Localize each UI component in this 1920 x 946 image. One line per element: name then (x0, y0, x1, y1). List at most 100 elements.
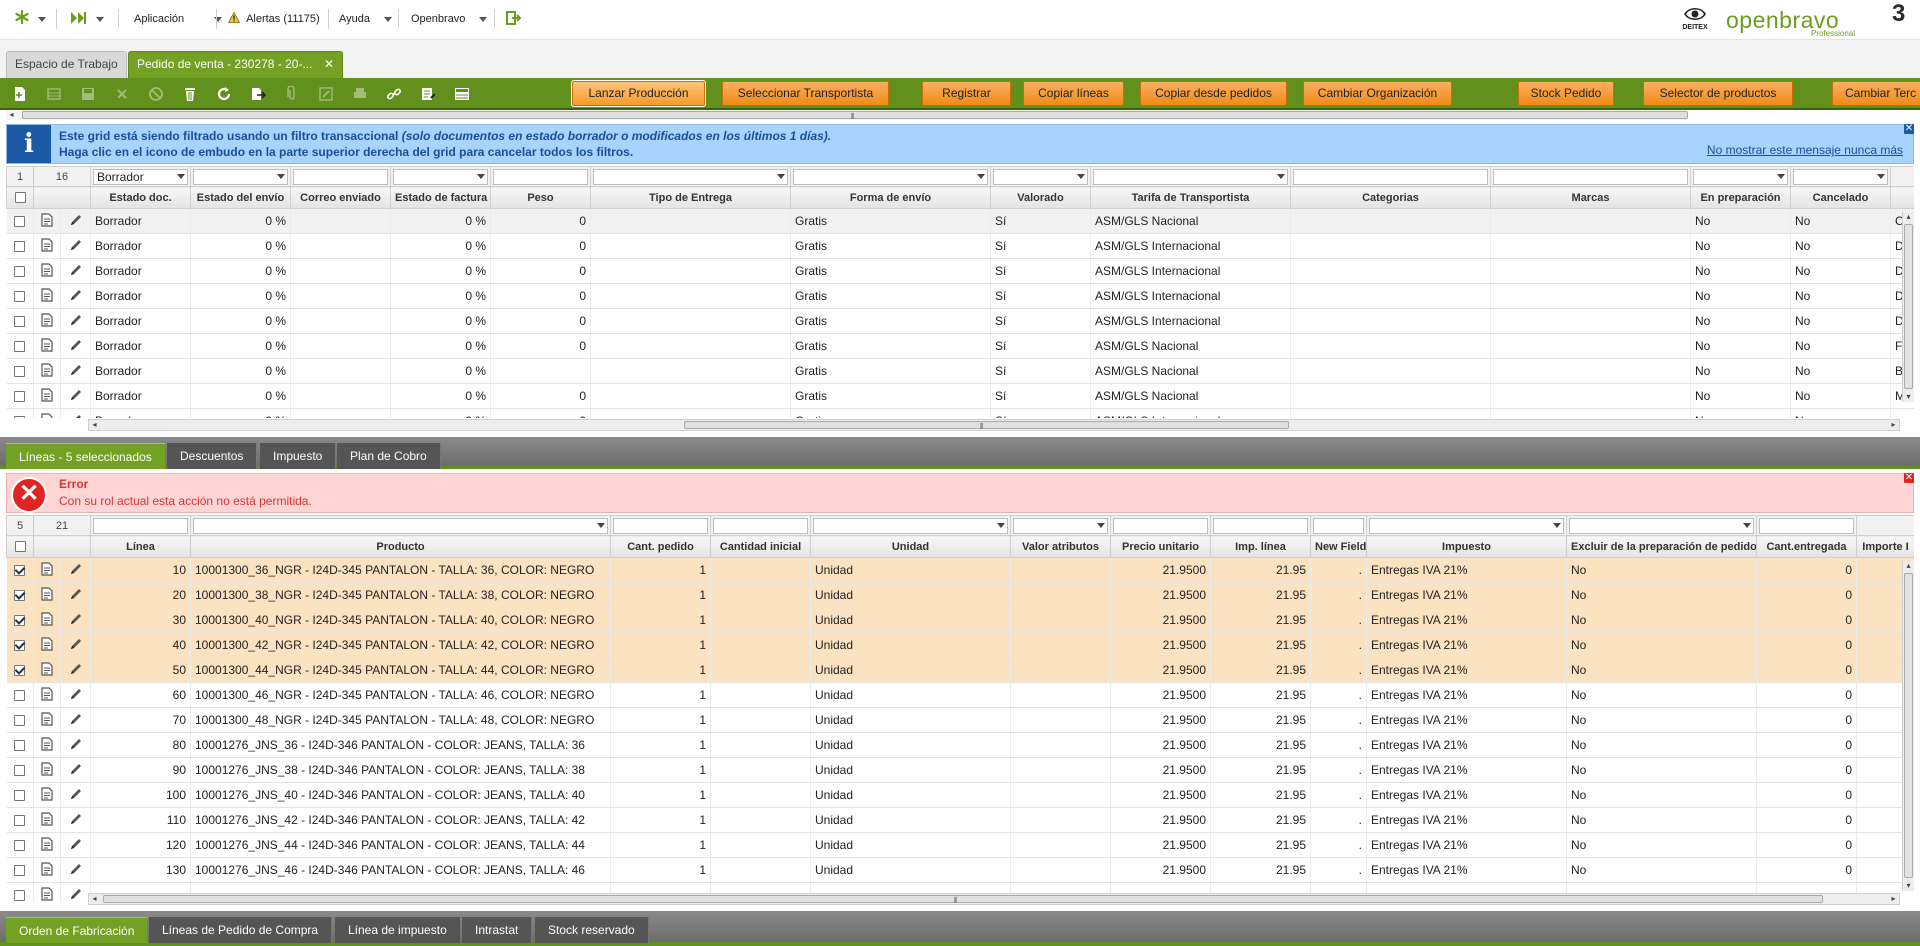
filter-input[interactable] (1093, 169, 1288, 185)
edit-row-icon[interactable] (60, 782, 91, 808)
column-header[interactable]: Cant.entregada (1756, 535, 1857, 558)
open-document-icon[interactable] (33, 707, 61, 733)
delete-icon[interactable] (178, 82, 202, 106)
scroll-left-icon[interactable]: ◂ (6, 110, 17, 120)
table-row[interactable]: 20 10001300_38_NGR - I24D-345 PANTALON - … (6, 582, 1914, 608)
checkbox-icon[interactable] (14, 765, 26, 777)
edit-form-icon[interactable] (314, 82, 338, 106)
new-document-icon[interactable] (8, 82, 32, 106)
table-row[interactable]: 90 10001276_JNS_38 - I24D-346 PANTALON - … (6, 757, 1914, 783)
close-tab-icon[interactable]: ✕ (324, 52, 334, 77)
table-row[interactable]: Borrador 0 % 0 % 0 Gratis Sí ASM/GLS Nacional N… (6, 333, 1914, 359)
row-checkbox-cell[interactable] (6, 258, 34, 284)
checkbox-icon[interactable] (14, 192, 26, 204)
column-header[interactable]: Cant. pedido (610, 535, 711, 558)
checkbox-icon[interactable] (14, 890, 26, 902)
checkbox-icon[interactable] (14, 865, 26, 877)
column-header[interactable]: Forma de envío (790, 186, 991, 209)
column-header[interactable]: Estado del envío (190, 186, 291, 209)
filter-cell[interactable] (1210, 515, 1311, 536)
tab-tax[interactable]: Impuesto (260, 443, 337, 469)
checkbox-icon[interactable] (14, 366, 26, 378)
filter-cell[interactable] (390, 166, 491, 187)
scroll-right-icon[interactable]: ▸ (1888, 894, 1899, 904)
filter-input[interactable] (593, 169, 788, 185)
row-checkbox-cell[interactable] (6, 582, 34, 608)
filter-cell[interactable] (190, 515, 611, 536)
open-document-icon[interactable] (33, 333, 61, 359)
row-checkbox-cell[interactable] (6, 732, 34, 758)
filter-input[interactable] (1013, 518, 1108, 534)
filter-input[interactable] (493, 169, 588, 185)
checkbox-icon[interactable] (14, 815, 26, 827)
scrollbar-thumb[interactable] (1904, 573, 1913, 878)
open-document-icon[interactable] (33, 582, 61, 608)
filter-cell[interactable]: Borrador (90, 166, 191, 187)
column-header[interactable]: Cantidad inicial (710, 535, 811, 558)
tab-sales-order[interactable]: Pedido de venta - 230278 - 20-... ✕ (128, 51, 343, 78)
checkbox-icon[interactable] (14, 640, 26, 652)
edit-row-icon[interactable] (60, 582, 91, 608)
checkbox-icon[interactable] (14, 615, 26, 627)
edit-row-icon[interactable] (60, 732, 91, 758)
attach-icon[interactable] (280, 82, 304, 106)
row-checkbox-cell[interactable] (6, 632, 34, 658)
filter-input[interactable] (1113, 518, 1208, 534)
filter-input[interactable] (993, 169, 1088, 185)
scroll-left-icon[interactable]: ◂ (89, 894, 100, 904)
change-organization-button[interactable]: Cambiar Organización (1303, 81, 1452, 106)
change-third-party-button[interactable]: Cambiar Terc (1832, 81, 1920, 106)
row-checkbox-cell[interactable] (6, 832, 34, 858)
filter-input[interactable] (713, 518, 808, 534)
filter-cell[interactable] (1566, 515, 1757, 536)
edit-row-icon[interactable] (60, 408, 91, 418)
table-row[interactable]: 60 10001300_46_NGR - I24D-345 PANTALON - … (6, 682, 1914, 708)
open-document-icon[interactable] (33, 208, 61, 234)
table-row[interactable]: Borrador0 %0 %0GratisSíASM/GLS Internaci… (6, 308, 1914, 334)
scrollbar-thumb[interactable] (1904, 224, 1913, 389)
chevron-down-icon[interactable] (1877, 174, 1885, 179)
filter-input[interactable] (1213, 518, 1308, 534)
open-document-icon[interactable] (33, 682, 61, 708)
select-all-checkbox[interactable] (6, 535, 34, 558)
chevron-down-icon[interactable] (1777, 174, 1785, 179)
edit-row-icon[interactable] (60, 308, 91, 334)
filter-cell[interactable] (1756, 515, 1857, 536)
checkbox-icon[interactable] (14, 840, 26, 852)
edit-row-icon[interactable] (60, 882, 91, 902)
filter-cell[interactable] (810, 515, 1011, 536)
column-header[interactable]: Unidad (810, 535, 1011, 558)
column-header[interactable]: Tipo de Entrega (590, 186, 791, 209)
column-header[interactable]: Producto (190, 535, 611, 558)
chevron-down-icon[interactable] (177, 174, 185, 179)
tab-manufacturing-order[interactable]: Orden de Fabricación (6, 917, 149, 943)
filter-input[interactable] (1693, 169, 1788, 185)
undo-icon[interactable] (144, 82, 168, 106)
copy-lines-button[interactable]: Copiar líneas (1023, 81, 1124, 106)
filter-cell[interactable] (490, 166, 591, 187)
table-row[interactable]: 120 10001276_JNS_44 - I24D-346 PANTALON -… (6, 832, 1914, 858)
filter-input[interactable] (1293, 169, 1488, 185)
open-document-icon[interactable] (33, 258, 61, 284)
column-header[interactable]: Marcas (1490, 186, 1691, 209)
filter-cell[interactable] (1856, 515, 1914, 536)
open-document-icon[interactable] (33, 832, 61, 858)
scroll-down-icon[interactable]: ▾ (1903, 392, 1914, 402)
audit-trail-icon[interactable] (416, 82, 440, 106)
save-icon[interactable] (76, 82, 100, 106)
edit-row-icon[interactable] (60, 657, 91, 683)
table-row[interactable]: 10 10001300_36_NGR - I24D-345 PANTALON - … (6, 557, 1914, 583)
column-header[interactable]: Imp. línea (1210, 535, 1311, 558)
column-header[interactable]: Estado de factura (390, 186, 491, 209)
filter-cell[interactable] (1310, 515, 1367, 536)
column-header[interactable]: Excluir de la preparación de pedido (1566, 535, 1757, 558)
open-document-icon[interactable] (33, 632, 61, 658)
chevron-down-icon[interactable] (1097, 523, 1105, 528)
refresh-icon[interactable] (212, 82, 236, 106)
filter-cell[interactable] (1290, 166, 1491, 187)
filter-input[interactable] (1369, 518, 1564, 534)
scrollbar-thumb[interactable]: ⦀ (103, 895, 1823, 905)
filter-input[interactable] (1569, 518, 1754, 534)
row-checkbox-cell[interactable] (6, 383, 34, 409)
row-checkbox-cell[interactable] (6, 657, 34, 683)
